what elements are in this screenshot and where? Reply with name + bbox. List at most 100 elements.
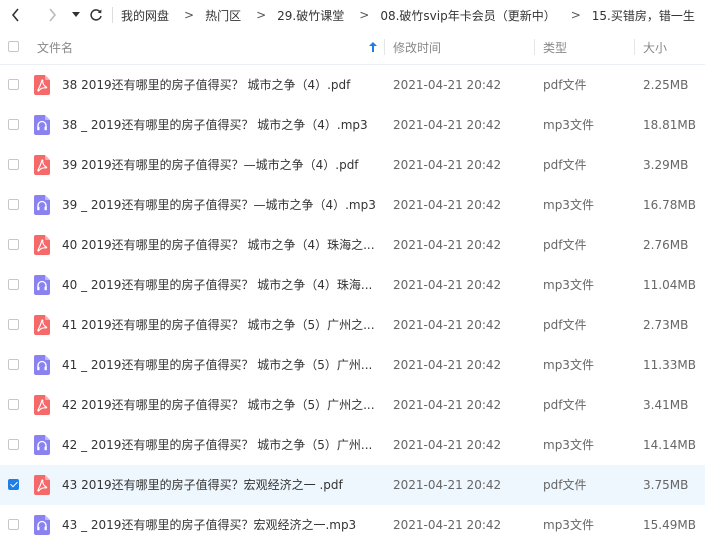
file-type: pdf文件 xyxy=(543,318,587,332)
file-row[interactable]: 39 _ 2019还有哪里的房子值得买？—城市之争（4）.mp3 2021-04… xyxy=(0,185,705,225)
file-type: mp3文件 xyxy=(543,438,594,452)
breadcrumb-item-current[interactable]: 15.买错房，错一生 xyxy=(592,7,695,24)
file-name[interactable]: 40 2019还有哪里的房子值得买？ 城市之争（4）珠海之... xyxy=(62,225,382,265)
audio-file-icon xyxy=(34,435,50,455)
file-row[interactable]: 43 _ 2019还有哪里的房子值得买？宏观经济之一.mp3 2021-04-2… xyxy=(0,505,705,545)
breadcrumb-item[interactable]: 08.破竹svip年卡会员（更新中） xyxy=(380,7,555,24)
file-size: 3.41MB xyxy=(643,398,689,412)
breadcrumb-separator-icon: > xyxy=(359,8,370,22)
back-button[interactable] xyxy=(6,0,26,30)
select-all-checkbox[interactable] xyxy=(8,41,19,52)
file-modified-time: 2021-04-21 20:42 xyxy=(393,118,502,132)
row-checkbox[interactable] xyxy=(8,239,19,250)
file-row[interactable]: 39 2019还有哪里的房子值得买？—城市之争（4）.pdf 2021-04-2… xyxy=(0,145,705,185)
file-name[interactable]: 43 2019还有哪里的房子值得买？宏观经济之一 .pdf xyxy=(62,465,382,505)
file-size: 16.78MB xyxy=(643,198,696,212)
file-name[interactable]: 42 2019还有哪里的房子值得买？ 城市之争（5）广州之... xyxy=(62,385,382,425)
file-type: mp3文件 xyxy=(543,118,594,132)
file-modified-time: 2021-04-21 20:42 xyxy=(393,358,502,372)
file-row[interactable]: 43 2019还有哪里的房子值得买？宏观经济之一 .pdf 2021-04-21… xyxy=(0,465,705,505)
column-header-type[interactable]: 类型 xyxy=(543,30,567,64)
file-row[interactable]: 38 _ 2019还有哪里的房子值得买？ 城市之争（4）.mp3 2021-04… xyxy=(0,105,705,145)
audio-file-icon xyxy=(34,195,50,215)
history-dropdown-button[interactable] xyxy=(66,0,86,30)
breadcrumb-separator-icon: > xyxy=(570,8,581,22)
file-row[interactable]: 40 2019还有哪里的房子值得买？ 城市之争（4）珠海之... 2021-04… xyxy=(0,225,705,265)
column-divider[interactable] xyxy=(534,39,535,55)
file-list: 38 2019还有哪里的房子值得买？ 城市之争（4）.pdf 2021-04-2… xyxy=(0,65,705,545)
audio-file-icon xyxy=(34,275,50,295)
row-checkbox[interactable] xyxy=(8,439,19,450)
column-header-time[interactable]: 修改时间 xyxy=(393,30,441,64)
breadcrumb-item[interactable]: 29.破竹课堂 xyxy=(277,7,344,24)
file-size: 14.14MB xyxy=(643,438,696,452)
row-checkbox[interactable] xyxy=(8,479,19,490)
file-name[interactable]: 41 2019还有哪里的房子值得买？ 城市之争（5）广州之... xyxy=(62,305,382,345)
sort-ascending-icon[interactable] xyxy=(369,42,377,52)
file-modified-time: 2021-04-21 20:42 xyxy=(393,478,502,492)
column-header-time-label: 修改时间 xyxy=(393,40,442,55)
audio-file-icon xyxy=(34,115,50,135)
file-type: pdf文件 xyxy=(543,398,587,412)
file-list-header: 文件名 修改时间 类型 大小 xyxy=(0,30,705,65)
refresh-button[interactable] xyxy=(86,0,106,30)
column-header-name-label: 文件名 xyxy=(37,40,74,55)
row-checkbox[interactable] xyxy=(8,79,19,90)
forward-button[interactable] xyxy=(42,0,62,30)
file-name[interactable]: 43 _ 2019还有哪里的房子值得买？宏观经济之一.mp3 xyxy=(62,505,382,545)
file-row[interactable]: 42 _ 2019还有哪里的房子值得买？ 城市之争（5）广州... 2021-0… xyxy=(0,425,705,465)
file-size: 18.81MB xyxy=(643,118,696,132)
breadcrumb-separator-icon: > xyxy=(184,8,195,22)
file-type: pdf文件 xyxy=(543,478,587,492)
file-row[interactable]: 42 2019还有哪里的房子值得买？ 城市之争（5）广州之... 2021-04… xyxy=(0,385,705,425)
file-type: mp3文件 xyxy=(543,518,594,532)
audio-file-icon xyxy=(34,355,50,375)
file-row[interactable]: 41 2019还有哪里的房子值得买？ 城市之争（5）广州之... 2021-04… xyxy=(0,305,705,345)
row-checkbox[interactable] xyxy=(8,279,19,290)
row-checkbox[interactable] xyxy=(8,119,19,130)
breadcrumb-item[interactable]: 我的网盘 xyxy=(121,7,169,24)
pdf-file-icon xyxy=(34,315,50,335)
file-size: 2.76MB xyxy=(643,238,689,252)
file-modified-time: 2021-04-21 20:42 xyxy=(393,518,502,532)
file-row[interactable]: 41 _ 2019还有哪里的房子值得买？ 城市之争（5）广州... 2021-0… xyxy=(0,345,705,385)
file-name[interactable]: 39 2019还有哪里的房子值得买？—城市之争（4）.pdf xyxy=(62,145,382,185)
row-checkbox[interactable] xyxy=(8,199,19,210)
file-modified-time: 2021-04-21 20:42 xyxy=(393,278,502,292)
file-size: 3.75MB xyxy=(643,478,689,492)
file-row[interactable]: 38 2019还有哪里的房子值得买？ 城市之争（4）.pdf 2021-04-2… xyxy=(0,65,705,105)
row-checkbox[interactable] xyxy=(8,399,19,410)
file-row[interactable]: 40 _ 2019还有哪里的房子值得买？ 城市之争（4）珠海... 2021-0… xyxy=(0,265,705,305)
breadcrumb-separator-icon: > xyxy=(256,8,267,22)
row-checkbox[interactable] xyxy=(8,159,19,170)
file-name[interactable]: 38 2019还有哪里的房子值得买？ 城市之争（4）.pdf xyxy=(62,65,382,105)
file-size: 2.73MB xyxy=(643,318,689,332)
column-divider[interactable] xyxy=(634,39,635,55)
file-name[interactable]: 42 _ 2019还有哪里的房子值得买？ 城市之争（5）广州... xyxy=(62,425,382,465)
toolbar-divider xyxy=(112,7,113,23)
row-checkbox[interactable] xyxy=(8,359,19,370)
file-size: 15.49MB xyxy=(643,518,696,532)
row-checkbox[interactable] xyxy=(8,519,19,530)
column-divider[interactable] xyxy=(384,39,385,55)
file-size: 11.33MB xyxy=(643,358,696,372)
breadcrumb-item[interactable]: 热门区 xyxy=(205,7,241,24)
audio-file-icon xyxy=(34,515,50,535)
pdf-file-icon xyxy=(34,235,50,255)
file-type: mp3文件 xyxy=(543,358,594,372)
file-name[interactable]: 39 _ 2019还有哪里的房子值得买？—城市之争（4）.mp3 xyxy=(62,185,382,225)
file-name[interactable]: 38 _ 2019还有哪里的房子值得买？ 城市之争（4）.mp3 xyxy=(62,105,382,145)
file-modified-time: 2021-04-21 20:42 xyxy=(393,78,502,92)
pdf-file-icon xyxy=(34,475,50,495)
file-size: 11.04MB xyxy=(643,278,696,292)
column-header-size[interactable]: 大小 xyxy=(643,30,667,64)
column-header-name[interactable]: 文件名 xyxy=(37,30,73,64)
caret-down-icon xyxy=(72,12,80,17)
row-checkbox[interactable] xyxy=(8,319,19,330)
file-modified-time: 2021-04-21 20:42 xyxy=(393,158,502,172)
file-name[interactable]: 40 _ 2019还有哪里的房子值得买？ 城市之争（4）珠海... xyxy=(62,265,382,305)
file-modified-time: 2021-04-21 20:42 xyxy=(393,238,502,252)
file-name[interactable]: 41 _ 2019还有哪里的房子值得买？ 城市之争（5）广州... xyxy=(62,345,382,385)
file-type: mp3文件 xyxy=(543,278,594,292)
toolbar: 我的网盘 > 热门区 > 29.破竹课堂 > 08.破竹svip年卡会员（更新中… xyxy=(0,0,705,30)
